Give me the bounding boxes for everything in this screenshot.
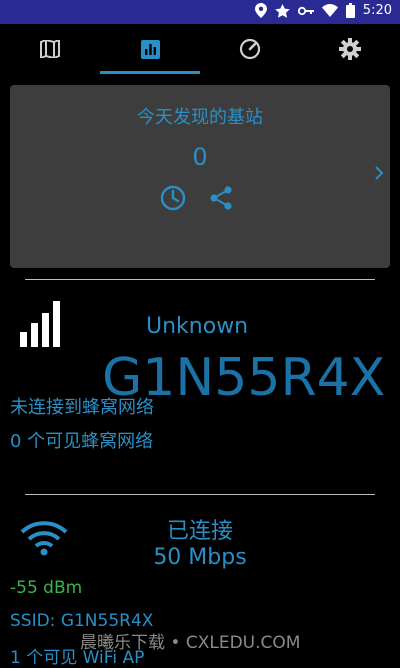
wifi-link-speed: 50 Mbps (153, 545, 247, 570)
status-time: 5:20 (362, 3, 392, 18)
network-type: Unknown (146, 314, 249, 339)
watermark: 晨曦乐下载 • CXLEDU.COM (80, 633, 301, 653)
tab-settings[interactable] (300, 24, 400, 74)
visible-cell-count: 0 个可见蜂窝网络 (10, 431, 154, 452)
wifi-signal-icon (20, 520, 68, 560)
tab-stats[interactable] (100, 24, 200, 74)
card-title: 今天发现的基站 (137, 107, 263, 128)
tab-map[interactable] (0, 24, 100, 74)
active-tab-indicator (100, 71, 200, 74)
key-icon (297, 6, 314, 16)
battery-icon (345, 3, 355, 18)
map-icon (40, 40, 60, 58)
card-actions (160, 185, 234, 215)
chevron-right-icon[interactable] (374, 165, 384, 184)
card-count: 0 (192, 143, 208, 171)
location-icon (254, 3, 267, 18)
status-icons: 5:20 (254, 3, 392, 18)
tab-bar (0, 24, 400, 74)
divider (25, 279, 375, 280)
wifi-signal-strength: -55 dBm (10, 578, 83, 598)
star-icon (274, 3, 290, 18)
status-bar: 5:20 (0, 0, 400, 24)
signal-bars-icon (20, 301, 66, 347)
wifi-icon (321, 4, 338, 17)
tab-speed[interactable] (200, 24, 300, 74)
bar-chart-icon (140, 39, 160, 59)
share-icon[interactable] (208, 185, 234, 215)
divider (25, 494, 375, 495)
cell-connection-status: 未连接到蜂窝网络 (10, 397, 154, 418)
today-cells-card[interactable]: 今天发现的基站 0 (10, 85, 390, 268)
speedometer-icon (239, 38, 261, 60)
gear-icon (339, 38, 361, 60)
history-clock-icon[interactable] (160, 185, 186, 215)
wifi-connection-status: 已连接 (166, 519, 233, 544)
